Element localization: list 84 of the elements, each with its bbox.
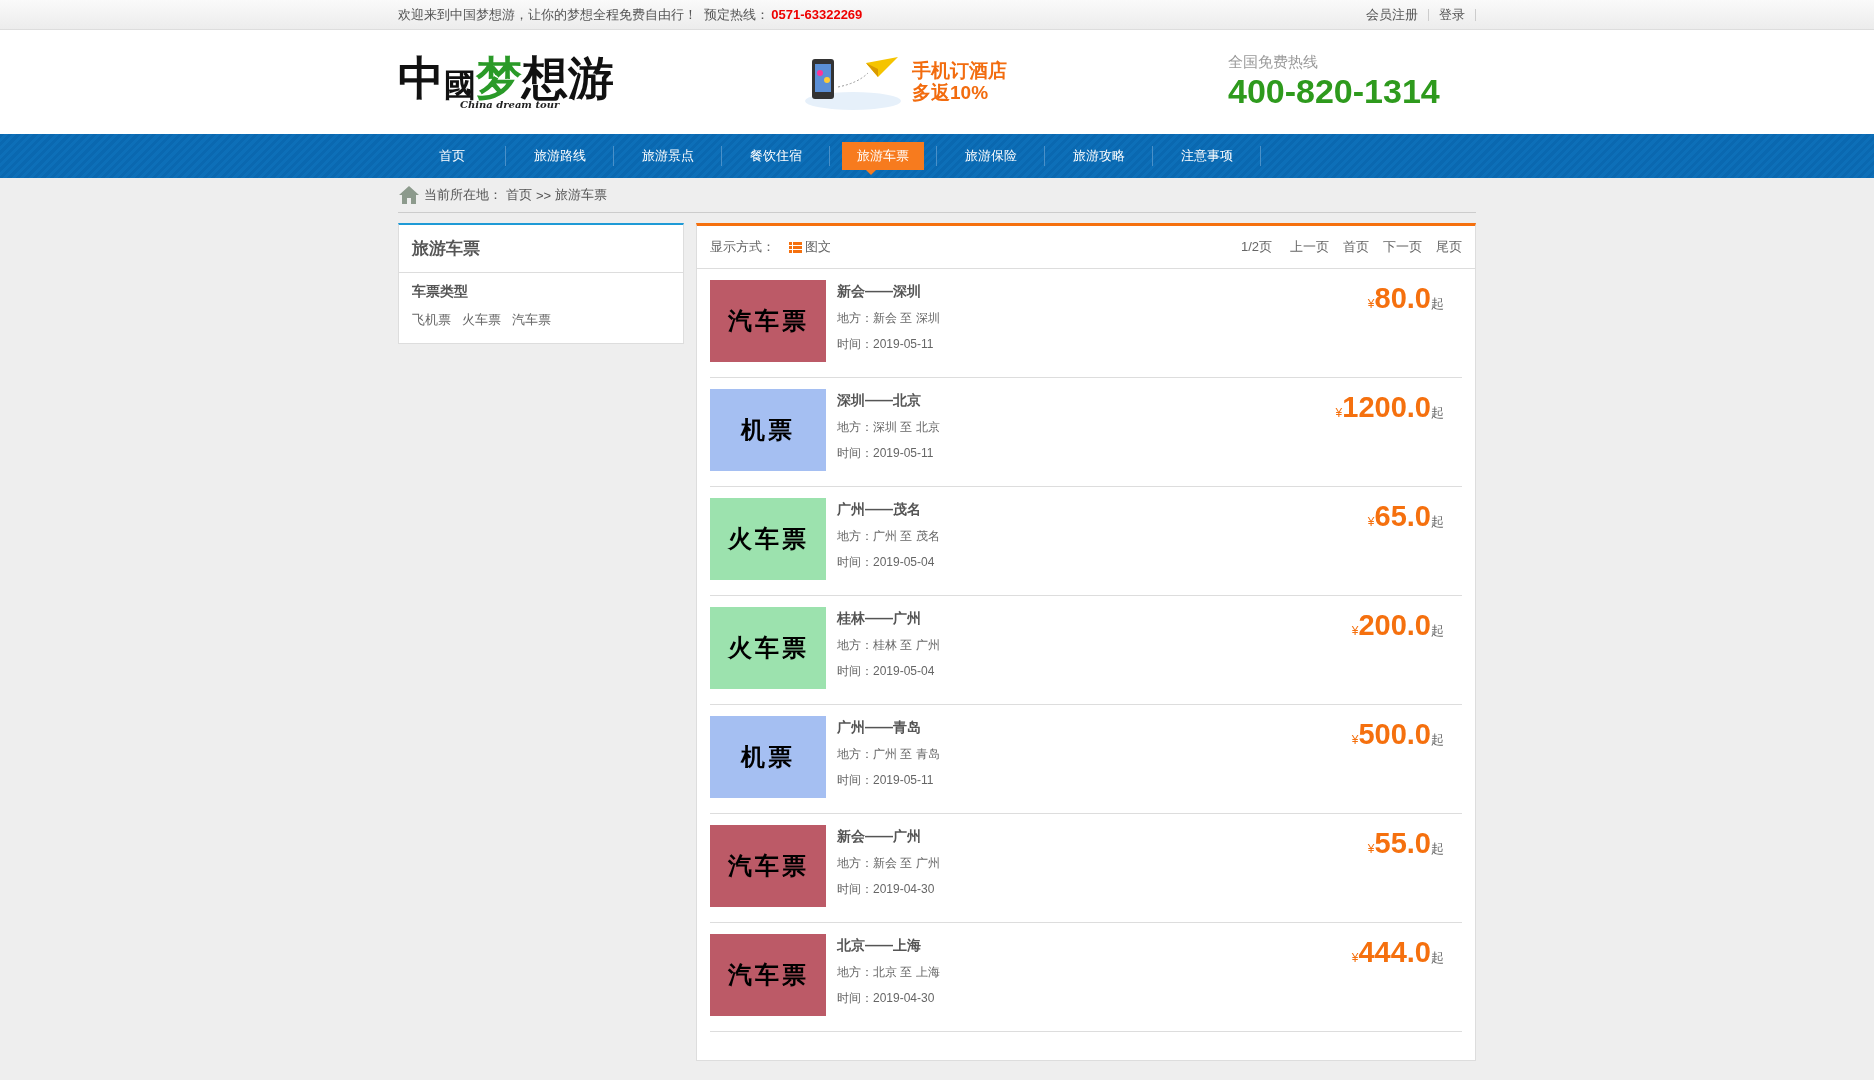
date-text: 时间：2019-05-04 (837, 554, 936, 571)
ticket-price: 80.0 (1374, 282, 1431, 315)
ticket-title[interactable]: 北京——上海 (837, 937, 1352, 955)
ticket-title[interactable]: 深圳——北京 (837, 392, 1336, 410)
header-link[interactable]: 登录 (1439, 5, 1465, 24)
ticket-title[interactable]: 广州——茂名 (837, 501, 1368, 519)
home-icon (398, 185, 420, 205)
nav-tab[interactable]: 旅游攻略 (1045, 142, 1152, 170)
date-text: 时间：2019-04-30 (837, 990, 936, 1007)
display-mode-text: 图文 (805, 238, 831, 256)
breadcrumb-link[interactable]: 首页 (506, 186, 532, 204)
price-suffix: 起 (1431, 405, 1444, 422)
hotline-label: 预定热线： (704, 5, 770, 24)
sidebar-title: 旅游车票 (399, 225, 683, 273)
place-text: 地方：新会 至 广州 (837, 855, 941, 872)
date-text: 时间：2019-04-30 (837, 881, 936, 898)
place-text: 地方：深圳 至 北京 (837, 419, 941, 436)
breadcrumb-link[interactable]: 旅游车票 (555, 186, 608, 204)
currency-sign: ¥ (1351, 624, 1359, 638)
page-indicator: 1/2页 (1240, 238, 1272, 256)
price-suffix: 起 (1431, 950, 1444, 967)
place-text: 地方：新会 至 深圳 (837, 310, 941, 327)
price-suffix: 起 (1431, 623, 1444, 640)
ticket-type-link[interactable]: 火车票 (462, 311, 501, 329)
ticket-type-link[interactable]: 飞机票 (412, 311, 451, 329)
ticket-price: 500.0 (1358, 718, 1431, 751)
ticket-price: 65.0 (1374, 500, 1431, 533)
pager-link[interactable]: 下一页 (1383, 239, 1422, 254)
section-heading: 车票类型 (411, 282, 469, 301)
place-text: 地方：北京 至 上海 (837, 964, 941, 981)
ticket-image: 火车票 (710, 498, 826, 580)
price-suffix: 起 (1431, 841, 1444, 858)
hotline-label: 全国免费热线 (1228, 53, 1319, 72)
currency-sign: ¥ (1351, 733, 1359, 747)
tab-pointer (866, 170, 876, 175)
nav-tab[interactable]: 旅游景点 (614, 142, 721, 170)
currency-sign: ¥ (1367, 842, 1375, 856)
date-text: 时间：2019-05-04 (837, 663, 936, 680)
ticket-price: 200.0 (1358, 609, 1431, 642)
nav-tab[interactable]: 首页 (398, 142, 505, 170)
date-text: 时间：2019-05-11 (837, 445, 935, 462)
nav-tab[interactable]: 注意事项 (1153, 142, 1260, 170)
ticket-title[interactable]: 新会——深圳 (837, 283, 1368, 301)
ticket-title[interactable]: 新会——广州 (837, 828, 1368, 846)
pager-link[interactable]: 上一页 (1290, 239, 1329, 254)
ticket-title[interactable]: 广州——青岛 (837, 719, 1352, 737)
ticket-image: 火车票 (710, 607, 826, 689)
promo-text: 多返10% (912, 82, 990, 104)
nav-tab[interactable]: 旅游保险 (937, 142, 1044, 170)
hotline-number: 0571-63322269 (771, 7, 863, 22)
ticket-title[interactable]: 桂林——广州 (837, 610, 1352, 628)
pager-link[interactable]: 尾页 (1436, 239, 1462, 254)
ticket-image: 机票 (710, 389, 826, 471)
ticket-price: 444.0 (1358, 936, 1431, 969)
ticket-price: 55.0 (1374, 827, 1431, 860)
breadcrumb-separator: >> (536, 187, 552, 203)
display-mode-label: 显示方式： (710, 238, 775, 256)
currency-sign: ¥ (1367, 297, 1375, 311)
ticket-image: 机票 (710, 716, 826, 798)
nav-tab[interactable]: 旅游路线 (506, 142, 613, 170)
ticket-type-link[interactable]: 汽车票 (512, 311, 551, 329)
ticket-image: 汽车票 (710, 280, 826, 362)
place-text: 地方：广州 至 茂名 (837, 528, 941, 545)
currency-sign: ¥ (1335, 406, 1343, 420)
list-icon (789, 241, 802, 253)
ticket-image: 汽车票 (710, 825, 826, 907)
price-suffix: 起 (1431, 296, 1444, 313)
welcome-text: 欢迎来到中国梦想游，让你的梦想全程免费自由行！ (398, 5, 697, 24)
currency-sign: ¥ (1367, 515, 1375, 529)
header-link[interactable]: 会员注册 (1366, 5, 1418, 24)
ticket-price: 1200.0 (1342, 391, 1431, 424)
hotline-number: 400-820-1314 (1228, 72, 1440, 111)
nav-tab[interactable]: 餐饮住宿 (722, 142, 829, 170)
breadcrumb-label: 当前所在地： (424, 186, 502, 204)
place-text: 地方：桂林 至 广州 (837, 637, 941, 654)
date-text: 时间：2019-05-11 (837, 336, 935, 353)
price-suffix: 起 (1431, 732, 1444, 749)
price-suffix: 起 (1431, 514, 1444, 531)
promo-text: 手机订酒店 (912, 60, 1007, 82)
pager-link[interactable]: 首页 (1343, 239, 1369, 254)
date-text: 时间：2019-05-11 (837, 772, 935, 789)
currency-sign: ¥ (1351, 951, 1359, 965)
place-text: 地方：广州 至 青岛 (837, 746, 941, 763)
ticket-image: 汽车票 (710, 934, 826, 1016)
